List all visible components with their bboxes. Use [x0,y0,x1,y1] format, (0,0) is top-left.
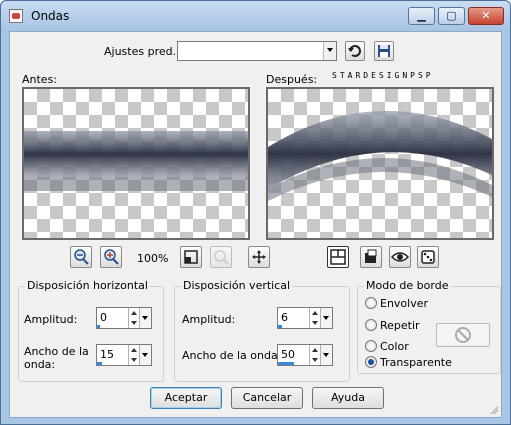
no-color-icon [455,327,471,343]
v-wavelength-label: Ancho de la onda: [182,349,282,362]
cancel-button[interactable]: Cancelar [231,387,303,409]
zoom-in-icon [104,249,119,265]
h-amplitude-value: 0 [100,311,107,324]
h-wavelength-spinner[interactable] [128,345,139,365]
presets-label: Ajustes pred.: [104,45,180,58]
radio-color[interactable] [365,340,377,352]
v-amplitude-spinner[interactable] [309,308,320,328]
zoom-in-button[interactable] [100,246,122,268]
radio-repetir[interactable] [365,319,377,331]
after-preview-image [268,110,492,201]
radio-label-repetir: Repetir [380,319,420,332]
chevron-down-icon[interactable] [139,345,151,365]
h-wavelength-label-2: onda: [24,358,56,371]
auto-proof-button[interactable] [389,246,411,268]
random-params-button[interactable] [417,246,439,268]
v-amplitude-value: 6 [281,311,288,324]
h-wavelength-slider[interactable] [97,362,102,365]
zoom-out-icon [74,249,89,265]
minimize-button[interactable]: ▁ [408,7,435,25]
watermark-text: STARDESIGNPSP [332,71,434,80]
dice-icon [421,250,435,264]
radio-envolver[interactable] [365,297,377,309]
window-title: Ondas [31,9,70,23]
randomize-button[interactable] [360,246,382,268]
after-label: Después: [266,73,318,86]
zoom-fit-button[interactable] [210,246,232,268]
pan-button[interactable] [248,246,270,268]
proportional-button[interactable] [180,246,202,268]
vertical-group: Disposición vertical [174,279,350,382]
pan-icon [252,250,266,264]
v-wavelength-spinner[interactable] [309,345,320,365]
title-bar: Ondas ▁ ▢ ✕ [1,1,510,31]
radio-label-envolver: Envolver [380,297,429,310]
vertical-group-title: Disposición vertical [181,279,293,292]
preview-toggle-button[interactable] [327,246,349,268]
after-preview[interactable] [266,87,494,240]
reset-icon [348,45,361,57]
randomize-icon [365,249,377,263]
chevron-down-icon[interactable] [139,308,151,328]
resize-grip-icon[interactable] [489,405,499,415]
edge-mode-title: Modo de borde [364,279,451,292]
color-swatch[interactable] [436,323,490,347]
reset-button[interactable] [345,41,365,61]
h-amplitude-field[interactable]: 0 [96,307,152,329]
before-preview-image [24,131,248,191]
before-label: Antes: [22,73,58,86]
save-preset-button[interactable] [374,41,394,61]
h-wavelength-label-1: Ancho de la [24,345,89,358]
radio-label-transparente: Transparente [380,356,452,369]
h-amplitude-label: Amplitud: [24,313,78,326]
preview-toggle-icon [330,249,346,265]
save-icon [378,45,390,57]
v-wavelength-slider[interactable] [278,362,294,365]
v-wavelength-value: 50 [281,348,295,361]
dialog-client: Ajustes pred.: Antes: Después: STARDESIG… [9,31,502,418]
v-amplitude-label: Amplitud: [182,313,236,326]
dialog-window: Ondas ▁ ▢ ✕ Ajustes pred.: Antes: Despué… [0,0,511,425]
h-amplitude-spinner[interactable] [128,308,139,328]
chevron-down-icon[interactable] [320,308,332,328]
close-button[interactable]: ✕ [468,7,504,25]
magnifier-disabled-icon [214,250,229,265]
v-amplitude-field[interactable]: 6 [277,307,333,329]
before-preview[interactable] [22,87,250,240]
v-wavelength-field[interactable]: 50 [277,344,333,366]
zoom-out-button[interactable] [70,246,92,268]
chevron-down-icon[interactable] [320,345,332,365]
zoom-level: 100% [137,252,169,265]
help-button[interactable]: Ayuda [312,387,384,409]
h-amplitude-slider[interactable] [97,325,100,328]
horizontal-group-title: Disposición horizontal [25,279,150,292]
eye-icon [390,252,410,262]
radio-transparente[interactable] [365,356,377,368]
app-icon [9,9,23,23]
presets-combo[interactable] [177,41,337,61]
proportional-icon [184,250,198,264]
h-wavelength-value: 15 [100,348,114,361]
maximize-button[interactable]: ▢ [438,7,465,25]
chevron-down-icon[interactable] [323,42,336,60]
radio-label-color: Color [380,340,409,353]
ok-button[interactable]: Aceptar [150,387,222,409]
h-wavelength-field[interactable]: 15 [96,344,152,366]
v-amplitude-slider[interactable] [278,325,282,328]
